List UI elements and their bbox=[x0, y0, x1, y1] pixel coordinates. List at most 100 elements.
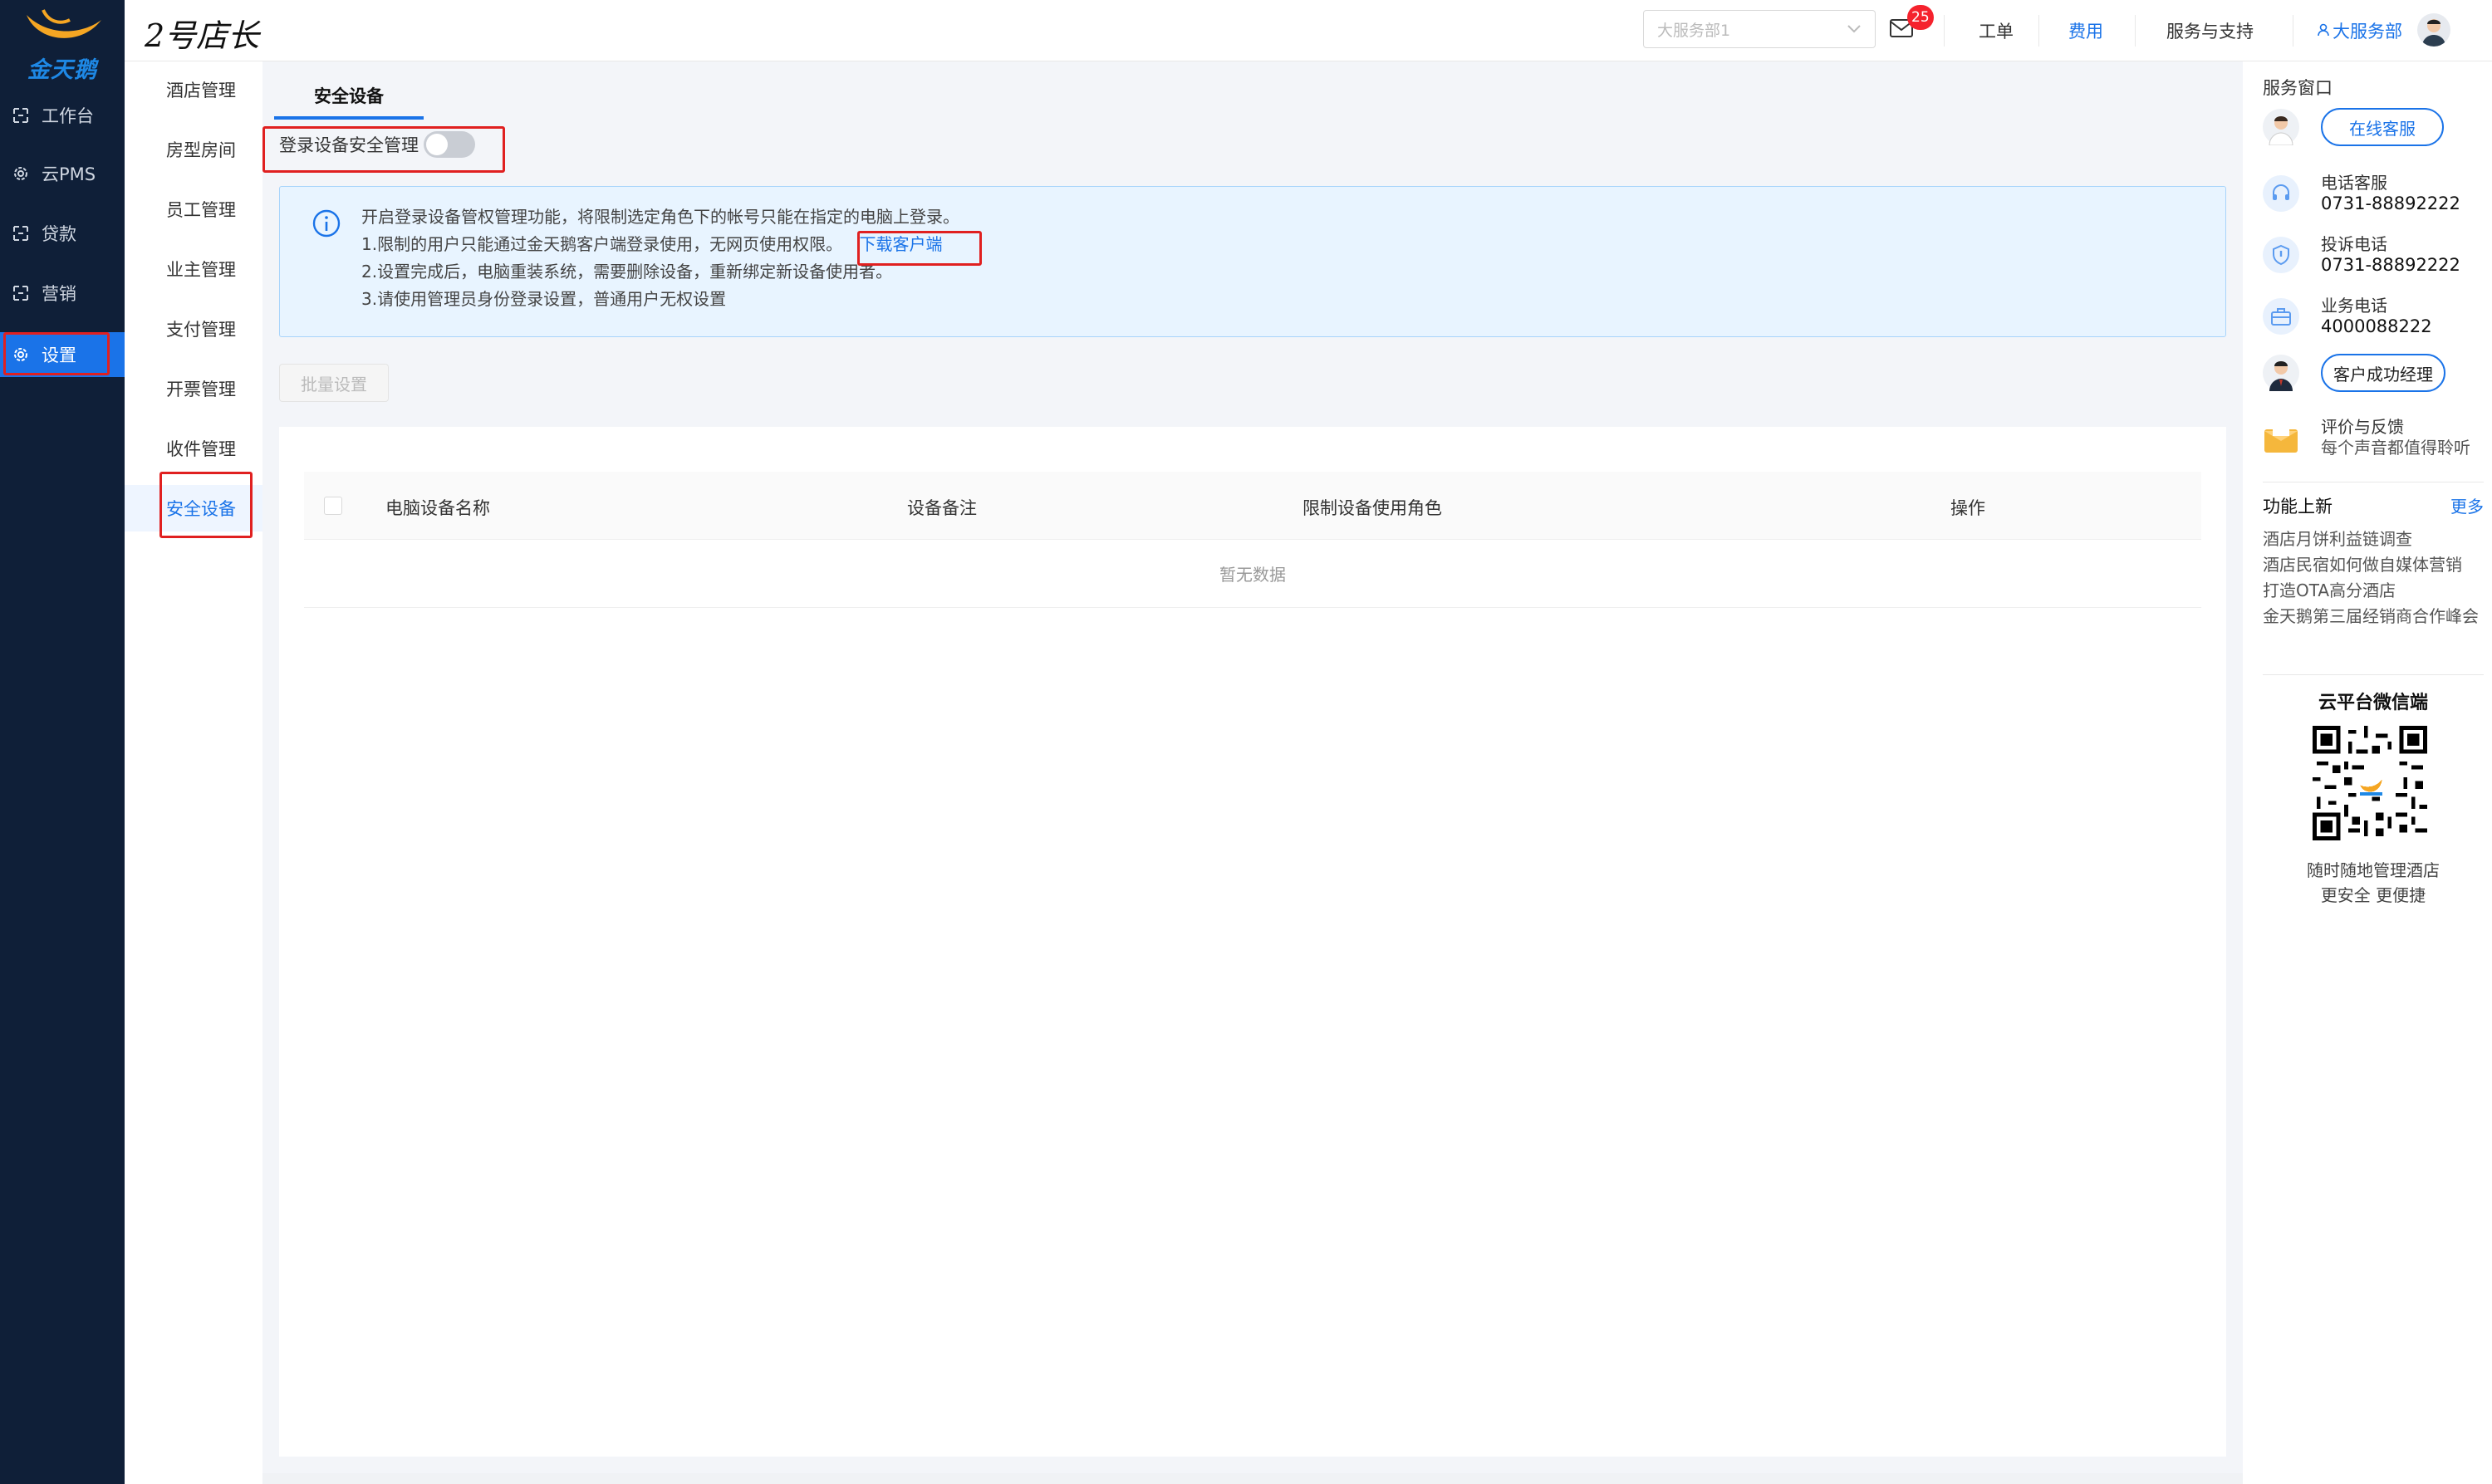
department-select-value: 大服务部1 bbox=[1657, 21, 1731, 40]
col-device-remark[interactable]: 设备备注 bbox=[907, 495, 977, 520]
switch-knob bbox=[426, 134, 448, 155]
headset-icon bbox=[2263, 175, 2299, 212]
top-header: 2号店长 大服务部1 25 工单 费用 服务与支持 大服务部 bbox=[125, 0, 2492, 61]
sidebar-item-loan[interactable]: 贷款 bbox=[0, 211, 125, 256]
submenu-item-receipt[interactable]: 收件管理 bbox=[125, 425, 262, 472]
brand-logo[interactable]: 金天鹅 bbox=[15, 7, 110, 83]
sidebar-item-label: 设置 bbox=[42, 345, 76, 365]
submenu-item-payment[interactable]: 支付管理 bbox=[125, 306, 262, 352]
settings-submenu: 酒店管理 房型房间 员工管理 业主管理 支付管理 开票管理 收件管理 安全设备 bbox=[125, 61, 262, 1484]
shield-icon bbox=[2263, 237, 2299, 273]
settings-icon bbox=[12, 345, 30, 364]
submenu-item-room-types[interactable]: 房型房间 bbox=[125, 126, 262, 173]
business-number[interactable]: 4000088222 bbox=[2321, 316, 2432, 337]
dashboard-icon bbox=[12, 106, 30, 125]
qr-caption-1: 随时随地管理酒店 bbox=[2307, 860, 2440, 880]
user-name: 大服务部 bbox=[2333, 22, 2402, 42]
user-avatar[interactable] bbox=[2417, 13, 2450, 47]
device-table: 电脑设备名称 设备备注 限制设备使用角色 操作 暂无数据 bbox=[279, 427, 2226, 1457]
col-device-name[interactable]: 电脑设备名称 bbox=[385, 495, 490, 520]
info-line-1: 1.限制的用户只能通过金天鹅客户端登录使用，无网页使用权限。 下载客户端 bbox=[361, 231, 942, 255]
complaint-label: 投诉电话 bbox=[2321, 234, 2387, 254]
news-header: 功能上新 更多 bbox=[2263, 493, 2484, 518]
message-button[interactable]: 25 bbox=[1886, 5, 1934, 48]
info-line-2: 2.设置完成后，电脑重装系统，需要删除设备，重新绑定新设备使用者。 bbox=[361, 262, 893, 282]
submenu-item-invoice[interactable]: 开票管理 bbox=[125, 365, 262, 412]
tab-bar: 安全设备 bbox=[262, 61, 2243, 125]
wechat-qr-code bbox=[2313, 726, 2427, 840]
header-divider bbox=[1944, 15, 1945, 47]
batch-settings-button[interactable]: 批量设置 bbox=[279, 364, 389, 402]
loan-icon bbox=[12, 224, 30, 242]
header-divider bbox=[2038, 15, 2039, 47]
service-panel-title: 服务窗口 bbox=[2263, 78, 2333, 98]
complaint-row: 投诉电话 0731-88892222 bbox=[2263, 234, 2484, 276]
feedback-icon bbox=[2263, 419, 2299, 456]
manager-avatar bbox=[2263, 355, 2299, 391]
department-select[interactable]: 大服务部1 bbox=[1643, 10, 1876, 48]
device-security-switch[interactable] bbox=[424, 131, 475, 158]
chevron-down-icon bbox=[1847, 20, 1862, 38]
service-support-link[interactable]: 服务与支持 bbox=[2166, 18, 2254, 43]
message-count-badge: 25 bbox=[1907, 5, 1934, 30]
phone-service-row: 电话客服 0731-88892222 bbox=[2263, 173, 2484, 214]
agent-avatar bbox=[2263, 109, 2299, 145]
gear-icon bbox=[12, 164, 30, 183]
feedback-row[interactable]: 评价与反馈 每个声音都值得聆听 bbox=[2263, 417, 2484, 458]
divider bbox=[2263, 674, 2484, 675]
user-icon bbox=[2318, 21, 2329, 41]
toggle-label: 登录设备安全管理 bbox=[279, 135, 419, 155]
news-item[interactable]: 酒店月饼利益链调查 bbox=[2263, 527, 2484, 552]
table-empty-state: 暂无数据 bbox=[304, 540, 2201, 608]
news-item[interactable]: 打造OTA高分酒店 bbox=[2263, 578, 2484, 604]
marketing-icon bbox=[12, 284, 30, 302]
sidebar-item-marketing[interactable]: 营销 bbox=[0, 271, 125, 316]
service-panel: 服务窗口 在线客服 电话客服 0731-88892222 投诉电话 0731-8… bbox=[2243, 61, 2492, 1484]
table-header: 电脑设备名称 设备备注 限制设备使用角色 操作 bbox=[304, 472, 2201, 540]
phone-service-number[interactable]: 0731-88892222 bbox=[2321, 193, 2460, 214]
sidebar-item-label: 工作台 bbox=[42, 106, 94, 126]
submenu-item-hotel[interactable]: 酒店管理 bbox=[125, 66, 262, 113]
sidebar-item-settings[interactable]: 设置 bbox=[0, 332, 125, 377]
swan-logo-icon bbox=[27, 9, 101, 38]
qr-caption-2: 更安全 更便捷 bbox=[2320, 885, 2426, 905]
online-service-button[interactable]: 在线客服 bbox=[2321, 108, 2444, 146]
sidebar-item-cloud-pms[interactable]: 云PMS bbox=[0, 151, 125, 196]
business-row: 业务电话 4000088222 bbox=[2263, 296, 2484, 337]
info-alert: 开启登录设备管权管理功能，将限制选定角色下的帐号只能在指定的电脑上登录。 1.限… bbox=[279, 186, 2226, 337]
device-security-toggle-row: 登录设备安全管理 bbox=[279, 131, 475, 158]
brand-name: 金天鹅 bbox=[27, 57, 97, 83]
business-label: 业务电话 bbox=[2321, 296, 2387, 316]
complaint-number[interactable]: 0731-88892222 bbox=[2321, 255, 2460, 276]
news-title: 功能上新 bbox=[2263, 497, 2333, 517]
news-item[interactable]: 金天鹅第三届经销商合作峰会 bbox=[2263, 604, 2484, 629]
user-menu[interactable]: 大服务部 bbox=[2318, 18, 2402, 43]
page-title: 2号店长 bbox=[145, 17, 260, 54]
sidebar-item-label: 营销 bbox=[42, 284, 76, 304]
submenu-item-staff[interactable]: 员工管理 bbox=[125, 186, 262, 233]
feedback-label: 评价与反馈 bbox=[2321, 417, 2404, 437]
qr-title: 云平台微信端 bbox=[2318, 693, 2428, 713]
fees-link[interactable]: 费用 bbox=[2068, 18, 2103, 43]
sidebar-item-label: 云PMS bbox=[42, 164, 96, 184]
header-divider bbox=[2135, 15, 2136, 47]
info-line-3: 3.请使用管理员身份登录设置，普通用户无权设置 bbox=[361, 289, 727, 309]
news-item[interactable]: 酒店民宿如何做自媒体营销 bbox=[2263, 552, 2484, 578]
submenu-item-security-device[interactable]: 安全设备 bbox=[125, 485, 262, 531]
select-all-checkbox[interactable] bbox=[324, 497, 342, 515]
online-service-row: 在线客服 bbox=[2263, 108, 2484, 146]
news-more-link[interactable]: 更多 bbox=[2450, 493, 2484, 518]
col-actions[interactable]: 操作 bbox=[1950, 495, 1985, 520]
info-circle-icon bbox=[312, 209, 341, 238]
sidebar-item-label: 贷款 bbox=[42, 224, 76, 244]
sidebar-item-dashboard[interactable]: 工作台 bbox=[0, 93, 125, 138]
success-manager-button[interactable]: 客户成功经理 bbox=[2321, 354, 2445, 392]
download-client-link[interactable]: 下载客户端 bbox=[859, 234, 942, 254]
tab-security-device[interactable]: 安全设备 bbox=[274, 75, 424, 120]
feedback-subtitle: 每个声音都值得聆听 bbox=[2321, 438, 2470, 458]
submenu-item-owners[interactable]: 业主管理 bbox=[125, 246, 262, 292]
main-content: 安全设备 登录设备安全管理 开启登录设备管权管理功能，将限制选定角色下的帐号只能… bbox=[262, 61, 2243, 1473]
work-order-link[interactable]: 工单 bbox=[1979, 18, 2014, 43]
briefcase-icon bbox=[2263, 298, 2299, 335]
col-restricted-roles[interactable]: 限制设备使用角色 bbox=[1302, 495, 1442, 520]
